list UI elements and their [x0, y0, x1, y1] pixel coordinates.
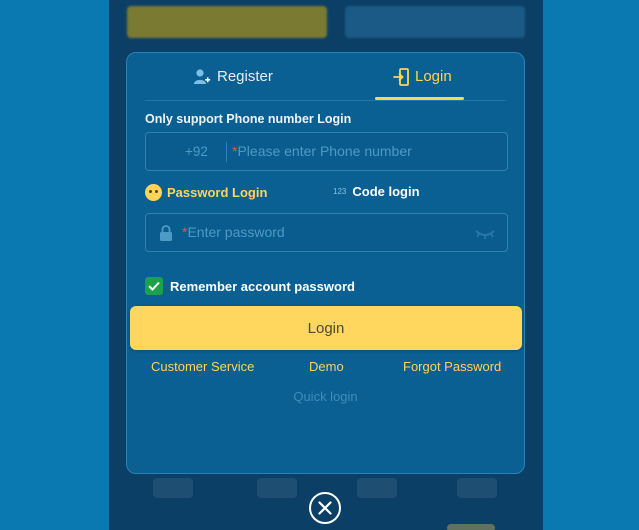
password-input[interactable]: *Enter password: [145, 213, 508, 252]
eye-closed-icon[interactable]: [475, 226, 495, 240]
background-nav-item: [153, 478, 193, 498]
prefix-divider: [226, 142, 227, 162]
code-login-label: Code login: [352, 184, 420, 199]
tabs-divider: [145, 100, 506, 101]
lock-icon: [160, 225, 172, 241]
login-hint: Only support Phone number Login: [145, 112, 352, 126]
smiley-icon: [145, 184, 162, 201]
background-nav-item: [357, 478, 397, 498]
close-icon: [318, 501, 332, 515]
password-login-label: Password Login: [167, 185, 268, 200]
quick-login-link[interactable]: Quick login: [127, 389, 524, 404]
demo-link[interactable]: Demo: [309, 359, 344, 374]
tab-register-label: Register: [217, 68, 273, 85]
code-login-option[interactable]: 123 Code login: [333, 184, 420, 199]
phone-placeholder: *Please enter Phone number: [232, 133, 412, 170]
numeric-123-icon: 123: [333, 187, 347, 196]
tab-login[interactable]: Login: [393, 53, 452, 100]
tab-login-label: Login: [415, 68, 452, 85]
background-blue-button: [345, 6, 525, 38]
background-nav-item: [457, 478, 497, 498]
phone-placeholder-text: Please enter Phone number: [237, 143, 412, 159]
background-nav-item: [257, 478, 297, 498]
phone-input[interactable]: +92 *Please enter Phone number: [145, 132, 508, 171]
close-button[interactable]: [309, 492, 341, 524]
tab-register[interactable]: Register: [193, 53, 273, 100]
background-gold-button: [127, 6, 327, 38]
check-icon: [148, 281, 160, 291]
remember-password-toggle[interactable]: Remember account password: [145, 277, 355, 295]
remember-label: Remember account password: [170, 278, 355, 294]
user-plus-icon: [194, 68, 211, 84]
remember-checkbox[interactable]: [145, 277, 163, 295]
forgot-password-link[interactable]: Forgot Password: [403, 359, 501, 374]
customer-service-link[interactable]: Customer Service: [151, 359, 254, 374]
password-placeholder-text: Enter password: [187, 224, 285, 240]
login-modal: Register Login Only support Phone number…: [126, 52, 525, 474]
login-button[interactable]: Login: [130, 306, 522, 350]
auth-tabs: Register Login: [127, 53, 524, 100]
country-code: +92: [185, 144, 208, 159]
password-placeholder: *Enter password: [182, 214, 285, 251]
login-door-icon: [393, 67, 409, 86]
password-login-option[interactable]: Password Login: [145, 184, 267, 201]
background-pill: [447, 524, 495, 530]
